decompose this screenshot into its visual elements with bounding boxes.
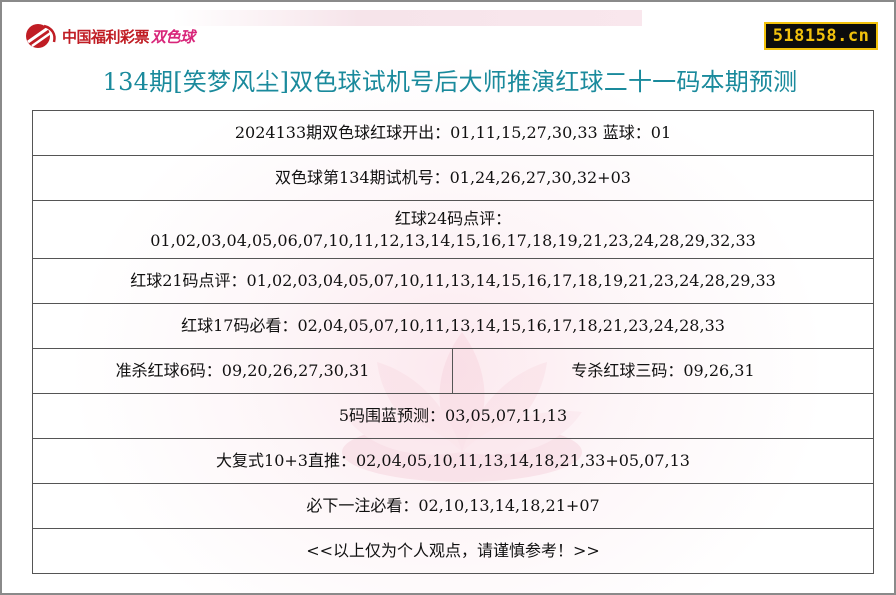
kill3-cell: 专杀红球三码：09,26,31	[451, 348, 875, 394]
table-row: 2024133期双色球红球开出：01,11,15,27,30,33 蓝球：01	[31, 110, 875, 156]
table-row: 红球21码点评：01,02,03,04,05,07,10,11,13,14,15…	[31, 258, 875, 304]
table-row: 准杀红球6码：09,20,26,27,30,31 专杀红球三码：09,26,31	[32, 348, 875, 394]
table-row: 必下一注必看：02,10,13,14,18,21+07	[31, 483, 875, 529]
table-row: 双色球第134期试机号：01,24,26,27,30,32+03	[31, 155, 875, 201]
prediction-table: 2024133期双色球红球开出：01,11,15,27,30,33 蓝球：01 …	[31, 110, 875, 574]
must-pick-cell: 必下一注必看：02,10,13,14,18,21+07	[31, 483, 875, 529]
table-row: 红球17码必看：02,04,05,07,10,11,13,14,15,16,17…	[31, 303, 875, 349]
disclaimer-cell: <<以上仅为个人观点，请谨慎参考！>>	[31, 528, 875, 574]
table-row: 大复式10+3直推：02,04,05,10,11,13,14,18,21,33+…	[31, 438, 875, 484]
red17-cell: 红球17码必看：02,04,05,07,10,11,13,14,15,16,17…	[31, 303, 875, 349]
site-badge[interactable]: 518158.cn	[764, 22, 878, 50]
red24-label: 红球24码点评：	[394, 208, 512, 228]
lottery-logo-icon	[26, 24, 56, 48]
kill6-cell: 准杀红球6码：09,20,26,27,30,31	[32, 348, 453, 394]
big-combo-cell: 大复式10+3直推：02,04,05,10,11,13,14,18,21,33+…	[31, 438, 875, 484]
last-draw-cell: 2024133期双色球红球开出：01,11,15,27,30,33 蓝球：01	[31, 110, 875, 156]
header: 中国福利彩票 双色球 518158.cn	[2, 2, 894, 62]
test-numbers-cell: 双色球第134期试机号：01,24,26,27,30,32+03	[31, 155, 875, 201]
logo-text: 中国福利彩票 双色球	[62, 27, 195, 46]
header-decoration	[172, 10, 642, 26]
page-title: 134期[笑梦风尘]双色球试机号后大师推演红球二十一码本期预测	[102, 68, 798, 96]
red21-cell: 红球21码点评：01,02,03,04,05,07,10,11,13,14,15…	[31, 258, 875, 304]
table-row: 5码围蓝预测：03,05,07,11,13	[31, 393, 875, 439]
lottery-logo[interactable]: 中国福利彩票 双色球	[22, 22, 195, 50]
red24-cell: 红球24码点评： 01,02,03,04,05,06,07,10,11,12,1…	[31, 200, 875, 259]
page-frame: 中国福利彩票 双色球 518158.cn 134期[笑梦风尘]双色球试机号后大师推…	[0, 0, 896, 595]
blue5-cell: 5码围蓝预测：03,05,07,11,13	[31, 393, 875, 439]
table-row: <<以上仅为个人观点，请谨慎参考！>>	[31, 528, 875, 574]
table-row: 红球24码点评： 01,02,03,04,05,06,07,10,11,12,1…	[31, 200, 875, 259]
red24-values: 01,02,03,04,05,06,07,10,11,12,13,14,15,1…	[150, 230, 756, 250]
